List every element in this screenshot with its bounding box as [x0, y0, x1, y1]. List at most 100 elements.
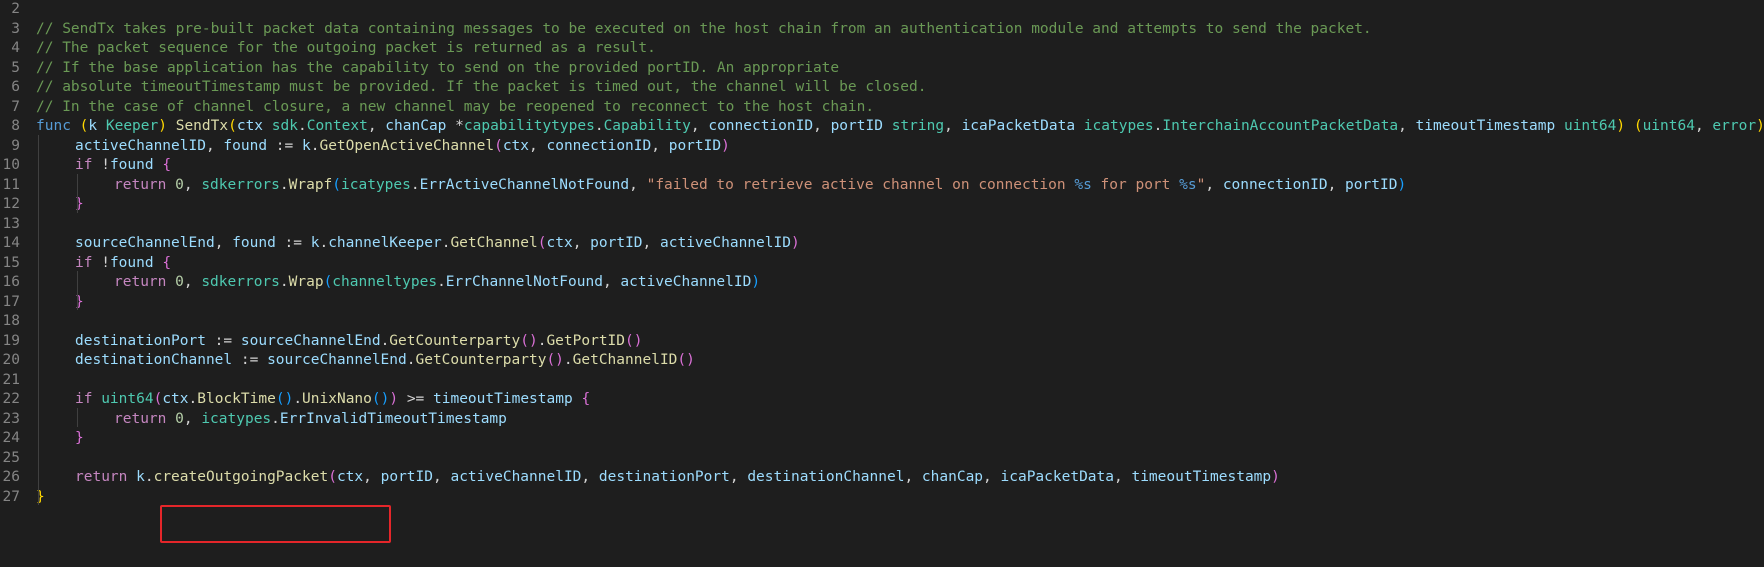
code-token: destinationPort [598, 469, 730, 485]
code-token: } [75, 430, 84, 446]
code-token: , [904, 469, 922, 485]
code-token: activeChannelID [450, 469, 582, 485]
indent-guide [77, 271, 78, 310]
code-token: ) [790, 235, 800, 251]
code-token: , [651, 137, 669, 154]
code-token: := [232, 352, 268, 368]
code-token: sourceChannelEnd [267, 352, 407, 368]
code-token: if [75, 157, 93, 173]
code-token: uint64 [101, 391, 154, 407]
code-token: ( [323, 274, 333, 290]
code-token: () [546, 352, 564, 368]
highlight-box [160, 505, 391, 543]
code-token: , [642, 235, 661, 251]
code-token: k [88, 118, 98, 134]
code-token: ( [228, 118, 237, 134]
code-token: Capability [603, 118, 691, 134]
code-token: ) [389, 391, 399, 407]
code-token: := [205, 332, 241, 349]
code-token: channelKeeper [328, 235, 442, 251]
code-token: Wrapf [288, 176, 333, 193]
code-token: k [136, 469, 145, 485]
code-token: destinationChannel [747, 469, 905, 485]
code-token: icatypes [1083, 118, 1154, 134]
code-token: timeoutTimestamp [1131, 469, 1272, 485]
code-token: sdk [271, 118, 298, 134]
code-token: icatypes [341, 176, 411, 193]
code-token: , [629, 176, 647, 193]
code-token: () [275, 391, 294, 407]
code-token: := [267, 137, 302, 154]
code-token: , [529, 137, 547, 154]
code-token: := [275, 235, 311, 251]
code-token: () [625, 332, 643, 349]
code-token: , [205, 137, 224, 154]
code-token: ErrActiveChannelNotFound [419, 176, 630, 193]
code-token: , [214, 235, 233, 251]
code-token: ( [332, 176, 342, 193]
code-token: icaPacketData [961, 118, 1076, 134]
indent-guide [77, 407, 78, 427]
code-token: , [1327, 176, 1346, 193]
code-token: ) [1397, 176, 1407, 193]
code-token: . [410, 176, 420, 193]
code-token: for port [1091, 176, 1180, 193]
code-token: 0 [175, 410, 184, 427]
code-token: , [1114, 469, 1132, 485]
code-token: . [144, 469, 154, 485]
code-token: found [109, 157, 154, 173]
code-token: . [594, 118, 604, 134]
code-token: func [36, 118, 71, 134]
code-token: SendTx [175, 118, 229, 134]
code-token: ctx [336, 469, 364, 485]
code-token: k [302, 137, 311, 154]
code-token: ErrInvalidTimeoutTimestamp [279, 410, 507, 427]
code-token: portID [1345, 176, 1398, 193]
code-token: portID [380, 469, 433, 485]
code-token: createOutgoingPacket [153, 469, 329, 485]
code-token: , [183, 176, 202, 193]
code-token: icatypes [201, 410, 272, 427]
code-editor[interactable]: 2 3// SendTx takes pre-built packet data … [0, 0, 1764, 567]
code-token: , [433, 469, 451, 485]
code-token: , [183, 274, 202, 290]
code-token: chanCap [921, 469, 984, 485]
code-token: . [279, 176, 289, 193]
code-token: capabilitytypes [463, 118, 595, 134]
code-token: destinationPort [75, 332, 206, 349]
code-token: , [572, 235, 591, 251]
code-token: connectionID [1222, 176, 1328, 193]
code-token: ( [1633, 118, 1643, 134]
code-token: . [188, 391, 198, 407]
code-token: . [437, 274, 446, 290]
code-token: destinationChannel [75, 352, 233, 368]
code-token: GetChannelID [572, 352, 678, 368]
code-token: ) [1271, 469, 1280, 485]
indent-guide [77, 173, 78, 213]
code-token: * [446, 118, 464, 134]
code-token: , [183, 410, 202, 427]
code-token: // In the case of channel closure, a new… [36, 98, 875, 115]
code-token: return [114, 410, 167, 427]
code-token: InterchainAccountPacketData [1162, 118, 1399, 134]
code-token: portID [830, 118, 883, 134]
code-token: , [729, 469, 748, 485]
code-token: Keeper [105, 118, 159, 134]
code-token: , [581, 469, 599, 485]
code-token: portID [590, 235, 643, 251]
code-token: // SendTx takes pre-built packet data co… [36, 20, 1372, 37]
code-line[interactable]: 27} [0, 486, 1764, 508]
code-token: // If the base application has the capab… [36, 59, 840, 76]
code-token: . [271, 410, 280, 427]
